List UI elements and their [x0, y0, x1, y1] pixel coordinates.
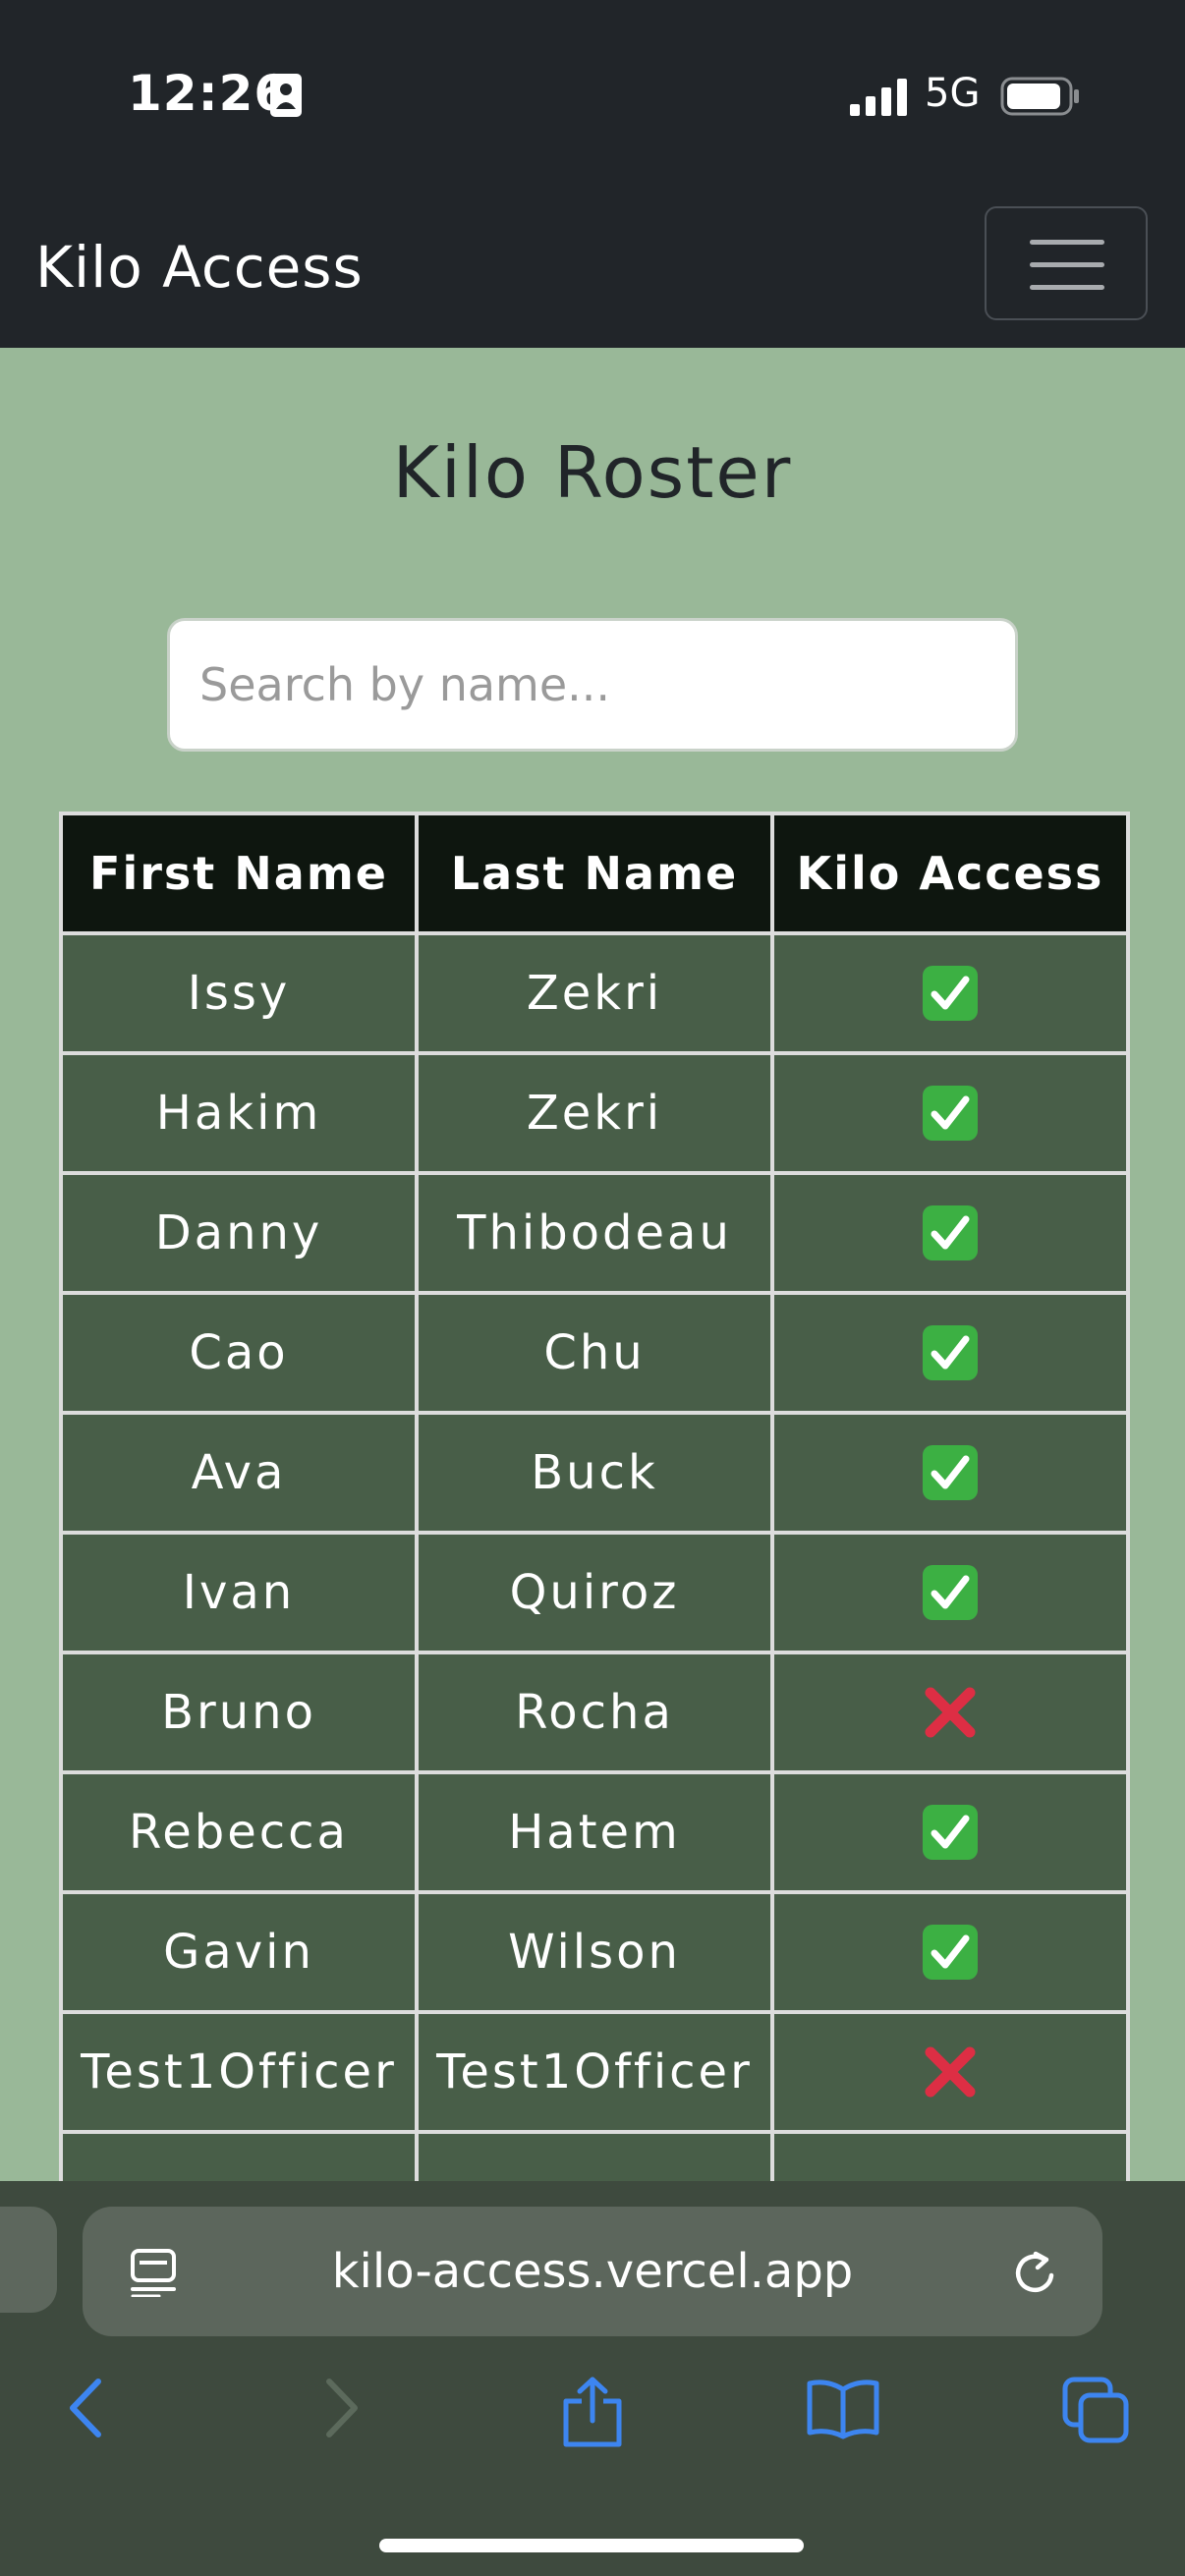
first-name-cell: Hakim — [59, 1051, 419, 1175]
tabs-icon[interactable] — [1061, 2376, 1130, 2444]
back-icon[interactable] — [63, 2376, 108, 2440]
table-row: Danny Thibodeau — [59, 1171, 1130, 1295]
last-name-header: Last Name — [415, 812, 774, 935]
first-name-cell: Cao — [59, 1291, 419, 1415]
table-row: Cao Chu — [59, 1291, 1130, 1415]
address-bar[interactable]: kilo-access.vercel.app — [83, 2207, 1102, 2336]
last-name-cell: Thibodeau — [415, 1171, 774, 1295]
first-name-header: First Name — [59, 812, 419, 935]
cross-mark-icon — [925, 2046, 976, 2098]
roster-table: First Name Last Name Kilo Access Issy Ze… — [59, 812, 1130, 2254]
first-name-cell: Ivan — [59, 1531, 419, 1654]
table-row: Gavin Wilson — [59, 1890, 1130, 2014]
table-row: Ivan Quiroz — [59, 1531, 1130, 1654]
check-mark-icon — [923, 1565, 978, 1620]
last-name-cell: Rocha — [415, 1651, 774, 1774]
navbar: Kilo Access — [0, 196, 1185, 348]
status-time: 12:26 — [128, 65, 290, 122]
first-name-cell: Ava — [59, 1411, 419, 1535]
last-name-cell: Buck — [415, 1411, 774, 1535]
last-name-cell: Zekri — [415, 931, 774, 1055]
first-name-cell: Danny — [59, 1171, 419, 1295]
page-menu-icon[interactable] — [130, 2248, 177, 2297]
home-indicator — [379, 2539, 804, 2552]
last-name-cell: Hatem — [415, 1770, 774, 1894]
first-name-cell: Issy — [59, 931, 419, 1055]
cross-mark-icon — [925, 1687, 976, 1738]
access-status-cell — [770, 2010, 1130, 2134]
check-mark-icon — [923, 1445, 978, 1500]
status-bar: 12:26 5G — [0, 0, 1185, 196]
last-name-cell: Quiroz — [415, 1531, 774, 1654]
access-status-cell — [770, 1051, 1130, 1175]
browser-toolbar: kilo-access.vercel.app — [0, 2181, 1185, 2576]
menu-toggle-button[interactable] — [985, 206, 1148, 320]
cellular-signal-icon — [850, 79, 907, 116]
access-status-cell — [770, 1651, 1130, 1774]
bookmarks-icon[interactable] — [806, 2376, 880, 2440]
table-row: Hakim Zekri — [59, 1051, 1130, 1175]
url-text: kilo-access.vercel.app — [331, 2244, 854, 2299]
last-name-cell: Chu — [415, 1291, 774, 1415]
previous-tab-preview[interactable] — [0, 2207, 57, 2313]
last-name-cell: Test1Officer — [415, 2010, 774, 2134]
access-status-cell — [770, 1291, 1130, 1415]
access-status-cell — [770, 1890, 1130, 2014]
hamburger-icon — [1030, 240, 1104, 290]
page-title: Kilo Roster — [392, 431, 793, 514]
search-input[interactable] — [167, 618, 1018, 752]
battery-icon — [1000, 77, 1079, 116]
first-name-cell: Bruno — [59, 1651, 419, 1774]
forward-icon[interactable] — [319, 2376, 365, 2440]
access-status-cell — [770, 1171, 1130, 1295]
brand-link[interactable]: Kilo Access — [35, 234, 364, 301]
share-icon[interactable] — [560, 2376, 625, 2448]
table-row: Rebecca Hatem — [59, 1770, 1130, 1894]
reload-icon[interactable] — [1012, 2250, 1057, 2297]
check-mark-icon — [923, 1805, 978, 1860]
check-mark-icon — [923, 1205, 978, 1260]
check-mark-icon — [923, 1086, 978, 1141]
access-status-cell — [770, 931, 1130, 1055]
access-status-cell — [770, 1411, 1130, 1535]
first-name-cell: Gavin — [59, 1890, 419, 2014]
check-mark-icon — [923, 1325, 978, 1380]
network-type: 5G — [925, 71, 981, 116]
table-header-row: First Name Last Name Kilo Access — [59, 812, 1130, 935]
access-status-cell — [770, 1770, 1130, 1894]
check-mark-icon — [923, 1925, 978, 1980]
first-name-cell: Rebecca — [59, 1770, 419, 1894]
table-row: Bruno Rocha — [59, 1651, 1130, 1774]
table-row: Ava Buck — [59, 1411, 1130, 1535]
table-row: Test1Officer Test1Officer — [59, 2010, 1130, 2134]
first-name-cell: Test1Officer — [59, 2010, 419, 2134]
last-name-cell: Zekri — [415, 1051, 774, 1175]
last-name-cell: Wilson — [415, 1890, 774, 2014]
contact-card-icon — [270, 74, 302, 117]
kilo-access-header: Kilo Access — [770, 812, 1130, 935]
check-mark-icon — [923, 966, 978, 1021]
table-row: Issy Zekri — [59, 931, 1130, 1055]
access-status-cell — [770, 1531, 1130, 1654]
